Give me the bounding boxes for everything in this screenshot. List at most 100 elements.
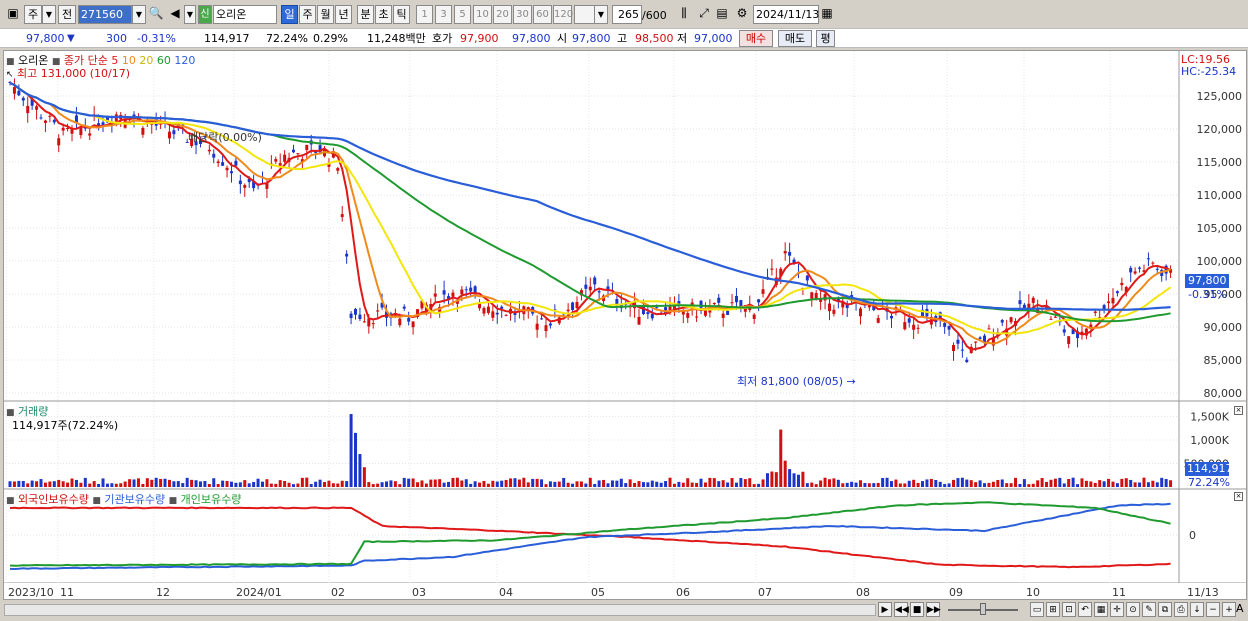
- date-input[interactable]: 2024/11/13: [753, 5, 819, 24]
- holding-menu-icon-2[interactable]: ■: [92, 496, 101, 506]
- volume-bar: [172, 481, 176, 487]
- interval-3[interactable]: 3: [435, 5, 452, 24]
- candle-body: [726, 310, 730, 315]
- candle-body: [668, 306, 672, 311]
- volume-bar: [30, 480, 34, 487]
- code-dropdown-icon[interactable]: ▼: [132, 5, 146, 24]
- volume-close-icon[interactable]: ×: [1234, 406, 1243, 415]
- volume-bar: [513, 478, 517, 487]
- magnet-icon[interactable]: ⊙: [1126, 602, 1140, 617]
- print-icon[interactable]: ⎙: [1174, 602, 1188, 617]
- search-icon[interactable]: 🔍: [147, 5, 165, 24]
- draw-tool-icon[interactable]: ⤢: [695, 5, 713, 24]
- candle-body: [407, 318, 411, 322]
- volume-bar: [229, 481, 233, 487]
- interval-60[interactable]: 60: [533, 5, 552, 24]
- volume-bar: [655, 481, 659, 487]
- volume-bar: [154, 477, 158, 487]
- crosshair-icon[interactable]: ✛: [1110, 602, 1124, 617]
- grid-toggle-icon[interactable]: ▦: [1094, 602, 1108, 617]
- volume-bar: [686, 478, 690, 487]
- tab-month[interactable]: 월: [317, 5, 334, 24]
- font-size-icon[interactable]: A: [1236, 602, 1244, 615]
- volume-bar: [491, 480, 495, 487]
- volume-bar: [978, 480, 982, 487]
- scroll-right-icon[interactable]: ▶: [878, 602, 892, 617]
- zoom-out-icon[interactable]: ▭: [1030, 602, 1044, 617]
- candle-body: [305, 144, 309, 151]
- prev-button[interactable]: 전: [58, 5, 76, 24]
- volume-bar: [70, 478, 74, 487]
- down-arrow-nav-icon[interactable]: ↓: [1190, 602, 1204, 617]
- save-icon[interactable]: ▤: [713, 5, 731, 24]
- copy-icon[interactable]: ⧉: [1158, 602, 1172, 617]
- volume-bar: [128, 479, 132, 487]
- price-info-bar: 97,800 ▼ 300 -0.31% 114,917 72.24% 0.29%…: [0, 28, 1248, 48]
- candle-body: [336, 168, 340, 171]
- plus-icon[interactable]: +: [1222, 602, 1236, 617]
- eval-button[interactable]: 평: [816, 30, 835, 47]
- candle-style-icon[interactable]: ⫼: [675, 5, 693, 24]
- undo-icon[interactable]: ↶: [1078, 602, 1092, 617]
- sell-button[interactable]: 매도: [778, 30, 812, 47]
- current-price: 97,800: [26, 32, 65, 45]
- holding-close-icon[interactable]: ×: [1234, 492, 1243, 501]
- speaker-dropdown-icon[interactable]: ▼: [184, 5, 196, 24]
- scroll-last-icon[interactable]: ▶▶: [926, 602, 941, 617]
- volume-bar: [810, 482, 814, 487]
- volume-bar: [903, 483, 907, 487]
- interval-30[interactable]: 30: [513, 5, 532, 24]
- settings-gear-icon[interactable]: ⚙: [733, 5, 751, 24]
- chart-area[interactable]: 125,000 120,000 115,000 110,000 105,000 100,0…: [3, 50, 1247, 600]
- candle-body: [761, 289, 765, 294]
- interval-5[interactable]: 5: [454, 5, 471, 24]
- buy-button[interactable]: 매수: [739, 30, 773, 47]
- volume-bar: [495, 481, 499, 487]
- stock-name-field[interactable]: 오리온: [213, 5, 277, 24]
- horizontal-scrollbar[interactable]: [4, 604, 876, 616]
- holding-menu-icon-3[interactable]: ■: [169, 496, 178, 506]
- interval-dropdown-icon[interactable]: ▼: [594, 5, 608, 24]
- speaker-icon[interactable]: ◀: [166, 5, 184, 24]
- tab-minute[interactable]: 분: [357, 5, 374, 24]
- volume-bar: [929, 478, 933, 487]
- candle-body: [646, 312, 650, 315]
- candle-body: [593, 277, 597, 285]
- calendar-icon[interactable]: ▦: [818, 5, 836, 24]
- interval-10[interactable]: 10: [473, 5, 492, 24]
- candle-body: [540, 318, 544, 320]
- candle-body: [544, 325, 548, 332]
- x-tick-label: 06: [676, 586, 690, 599]
- holding-menu-icon[interactable]: ■: [6, 496, 15, 506]
- interval-1[interactable]: 1: [416, 5, 433, 24]
- stop-icon[interactable]: ■: [910, 602, 924, 617]
- tab-day[interactable]: 일: [281, 5, 298, 24]
- count-input[interactable]: 265: [612, 5, 642, 24]
- pen-icon[interactable]: ✎: [1142, 602, 1156, 617]
- tab-week[interactable]: 주: [299, 5, 316, 24]
- new-badge: 신: [198, 5, 212, 24]
- volume-bar: [336, 483, 340, 487]
- tab-second[interactable]: 초: [375, 5, 392, 24]
- chart-type-icon[interactable]: ▣: [4, 5, 22, 24]
- volume-bar: [535, 478, 539, 487]
- price-change: 300: [106, 32, 127, 45]
- volume-bar: [526, 482, 530, 487]
- tab-tick[interactable]: 틱: [393, 5, 410, 24]
- interval-20[interactable]: 20: [493, 5, 512, 24]
- zoom-in-icon[interactable]: ⊞: [1046, 602, 1060, 617]
- price-tick-label: 85,000: [1204, 354, 1243, 367]
- period-dropdown-icon[interactable]: ▼: [42, 5, 56, 24]
- interval-120[interactable]: 120: [553, 5, 573, 24]
- volume-bar: [637, 481, 641, 487]
- stock-code-input[interactable]: 271560: [78, 5, 132, 24]
- volume-bar: [1076, 484, 1080, 487]
- zoom-slider-handle[interactable]: [980, 603, 986, 615]
- period-day-button[interactable]: 주: [24, 5, 42, 24]
- volume-bar: [1018, 483, 1022, 487]
- volume-bar: [983, 483, 987, 487]
- scroll-first-icon[interactable]: ◀◀: [894, 602, 909, 617]
- zoom-reset-icon[interactable]: ⊡: [1062, 602, 1076, 617]
- minus-icon[interactable]: −: [1206, 602, 1220, 617]
- tab-year[interactable]: 년: [335, 5, 352, 24]
